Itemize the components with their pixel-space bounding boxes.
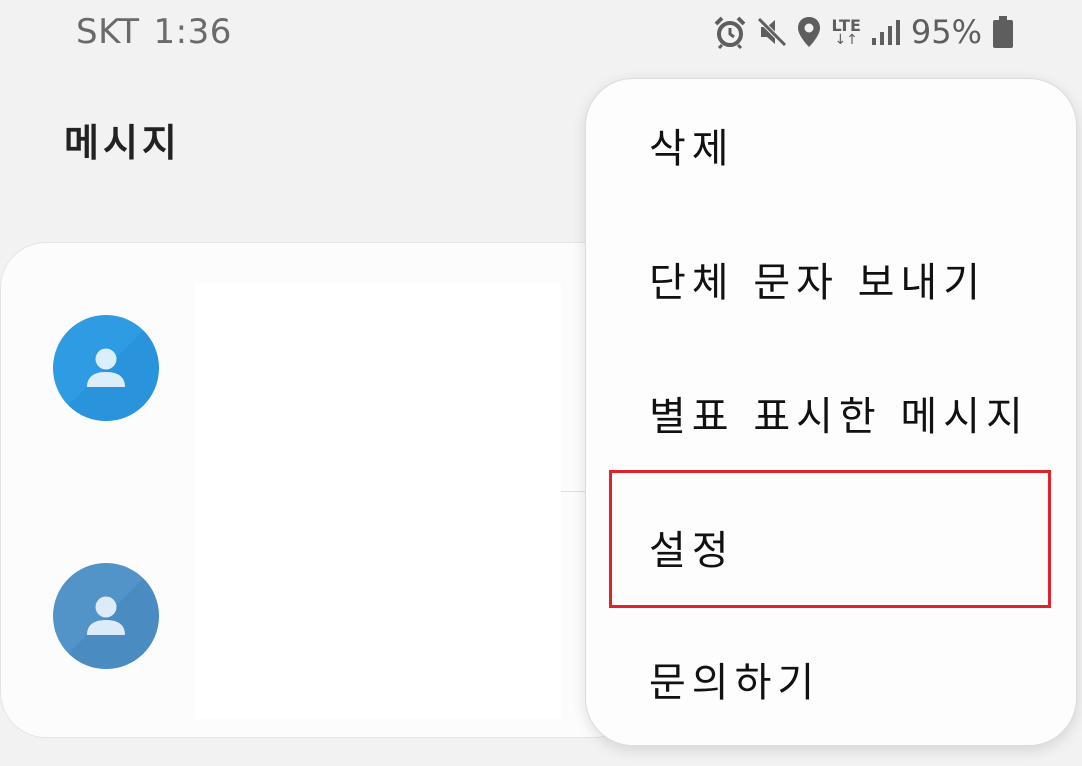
clock: 1:36 [153,12,232,52]
conversation-list [0,242,641,738]
alarm-icon [713,15,747,49]
menu-item-delete[interactable]: 삭제 [586,85,1076,205]
battery-icon [992,15,1014,49]
avatar[interactable] [53,315,159,421]
page-title: 메시지 [64,121,181,165]
battery-percent: 95% [910,13,982,51]
lte-arrows: ↓↑ [834,31,858,48]
avatar[interactable] [53,563,159,669]
menu-item-starred-messages[interactable]: 별표 표시한 메시지 [586,353,1076,473]
status-left: SKT 1:36 [76,12,232,52]
carrier-label: SKT [76,12,140,52]
mute-icon [757,17,788,47]
overflow-menu: 삭제 단체 문자 보내기 별표 표시한 메시지 설정 문의하기 [585,78,1077,746]
lte-icon: LTE ↓↑ [831,17,860,48]
menu-item-contact-us[interactable]: 문의하기 [586,619,1076,739]
person-icon [53,315,159,421]
menu-item-group-message[interactable]: 단체 문자 보내기 [586,219,1076,339]
redacted-preview-area [195,283,561,719]
location-icon [797,16,821,48]
signal-icon [871,18,901,46]
menu-item-settings[interactable]: 설정 [586,487,1076,607]
status-bar: SKT 1:36 LTE ↓↑ 95% [0,0,1082,70]
person-icon [53,563,159,669]
status-icons: LTE ↓↑ 95% [713,10,1014,54]
